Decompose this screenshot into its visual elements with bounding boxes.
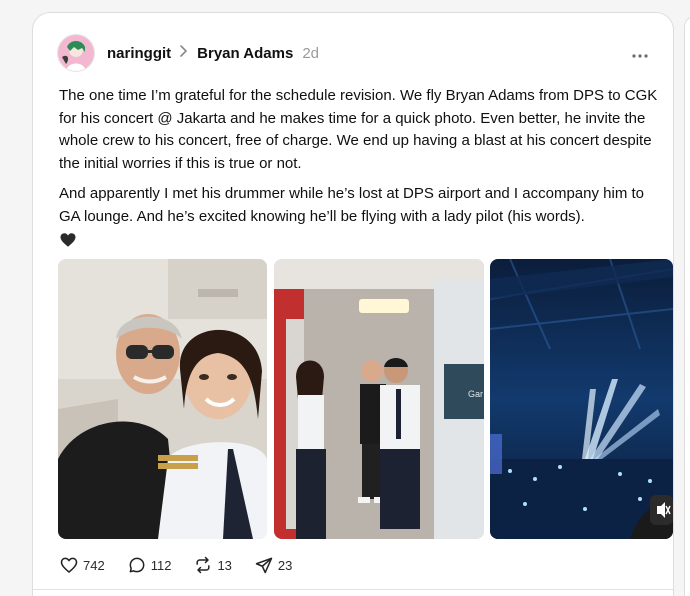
share-count: 23	[277, 557, 293, 573]
comment-icon	[127, 555, 147, 575]
reply-button[interactable]: 112	[127, 555, 172, 575]
post-actions: 742 112 13 23	[59, 553, 314, 577]
repost-count: 13	[217, 557, 232, 573]
concert-photo[interactable]	[490, 259, 673, 539]
heart-icon	[59, 555, 79, 575]
aircraft-sign-text: Gar	[468, 389, 483, 399]
post-paragraph-1: The one time I’m grateful for the schedu…	[59, 87, 658, 172]
post-paragraph-2: And apparently I met his drummer while h…	[59, 185, 644, 225]
like-count: 742	[83, 557, 105, 573]
username[interactable]: naringgit	[107, 45, 171, 62]
divider	[33, 589, 673, 590]
post-card: naringgit Bryan Adams 2d The one time I’…	[32, 12, 674, 596]
more-options-button[interactable]	[629, 42, 651, 64]
post-header: naringgit Bryan Adams 2d	[57, 34, 651, 72]
chevron-right-icon	[179, 45, 189, 61]
avatar-image	[58, 35, 94, 71]
reply-count: 112	[150, 557, 172, 573]
avatar[interactable]	[57, 34, 95, 72]
post-timestamp[interactable]: 2d	[302, 45, 319, 62]
send-icon	[254, 555, 274, 575]
topic-tag[interactable]: Bryan Adams	[197, 45, 293, 62]
repost-icon	[193, 555, 213, 575]
threads-feed: naringgit Bryan Adams 2d The one time I’…	[0, 0, 690, 596]
black-heart-emoji	[59, 231, 77, 249]
more-dots-icon	[631, 43, 649, 64]
post-text: The one time I’m grateful for the schedu…	[59, 85, 661, 236]
share-button[interactable]: 23	[254, 555, 292, 575]
image-carousel[interactable]: Gar	[58, 259, 673, 539]
like-button[interactable]: 742	[59, 555, 105, 575]
cabin-crew-photo[interactable]: Gar	[274, 259, 484, 539]
selfie-photo[interactable]	[58, 259, 267, 539]
next-post-card-edge	[684, 16, 690, 596]
repost-button[interactable]: 13	[193, 555, 232, 575]
